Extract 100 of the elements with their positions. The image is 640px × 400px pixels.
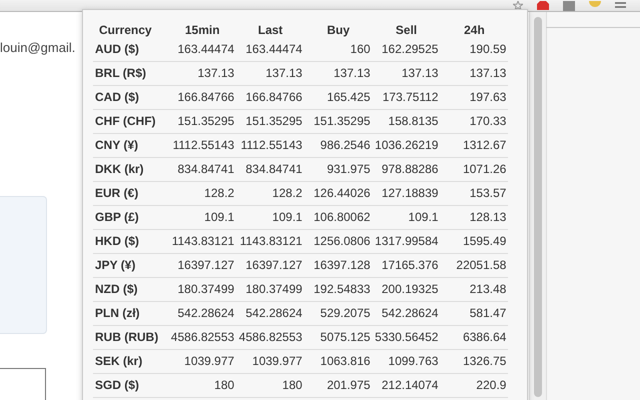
currency-cell: PLN (zł) <box>93 302 168 326</box>
column-header: Buy <box>326 22 351 38</box>
rate-cell: 166.84766 <box>236 86 304 110</box>
rate-cell: 1039.977 <box>236 350 304 374</box>
rate-cell: 127.18839 <box>372 182 440 206</box>
rate-cell: 1143.83121 <box>236 230 304 254</box>
star-icon[interactable] <box>513 1 523 10</box>
rate-cell: 126.44026 <box>304 182 372 206</box>
rate-cell: 137.13 <box>372 62 440 86</box>
rate-cell: 978.88286 <box>372 158 440 182</box>
email-text: louin@gmail. <box>0 40 76 55</box>
rate-cell: 137.13 <box>236 62 304 86</box>
currency-cell: BRL (R$) <box>93 62 168 86</box>
currency-cell: RUB (RUB) <box>93 326 168 350</box>
rate-cell: 1312.67 <box>440 134 508 158</box>
rate-cell: 153.57 <box>440 182 508 206</box>
rate-cell: 542.28624 <box>236 302 304 326</box>
rate-cell: 1143.83121 <box>168 230 236 254</box>
rate-cell: 190.59 <box>440 38 508 62</box>
currency-cell: HKD ($) <box>93 230 168 254</box>
rate-cell: 137.13 <box>168 62 236 86</box>
rate-cell: 163.44474 <box>236 38 304 62</box>
rate-cell: 542.28624 <box>168 302 236 326</box>
rate-cell: 163.44474 <box>168 38 236 62</box>
rate-cell: 1595.49 <box>440 230 508 254</box>
currency-cell: GBP (£) <box>93 206 168 230</box>
rate-cell: 166.84766 <box>168 86 236 110</box>
rate-cell: 1256.0806 <box>304 230 372 254</box>
rate-cell: 137.13 <box>304 62 372 86</box>
rate-cell: 1039.977 <box>168 350 236 374</box>
rate-cell: 170.33 <box>440 110 508 134</box>
rate-cell: 581.47 <box>440 302 508 326</box>
rate-cell: 213.48 <box>440 278 508 302</box>
rate-cell: 834.84741 <box>236 158 304 182</box>
content-box <box>0 368 46 400</box>
rate-cell: 16397.127 <box>168 254 236 278</box>
rate-cell: 1112.55143 <box>168 134 236 158</box>
rate-cell: 128.2 <box>168 182 236 206</box>
currency-cell: JPY (¥) <box>93 254 168 278</box>
column-header: Last <box>256 22 284 38</box>
currency-cell: SGD ($) <box>93 374 168 398</box>
rate-cell: 192.54833 <box>304 278 372 302</box>
rate-cell: 986.2546 <box>304 134 372 158</box>
rate-cell: 200.19325 <box>372 278 440 302</box>
rate-cell: 1099.763 <box>372 350 440 374</box>
rate-cell: 5075.125 <box>304 326 372 350</box>
rate-cell: 16397.128 <box>304 254 372 278</box>
currency-cell: EUR (€) <box>93 182 168 206</box>
column-header: Currency <box>98 22 153 38</box>
rate-cell: 158.8135 <box>372 110 440 134</box>
rate-cell: 529.2075 <box>304 302 372 326</box>
rate-cell: 151.35295 <box>236 110 304 134</box>
rate-cell: 180.37499 <box>168 278 236 302</box>
rate-cell: 197.63 <box>440 86 508 110</box>
currency-cell: AUD ($) <box>93 38 168 62</box>
rate-cell: 1071.26 <box>440 158 508 182</box>
menu-icon[interactable] <box>615 2 626 9</box>
rate-cell: 173.75112 <box>372 86 440 110</box>
rate-cell: 4586.82553 <box>236 326 304 350</box>
rate-cell: 109.1 <box>372 206 440 230</box>
rate-cell: 1317.99584 <box>372 230 440 254</box>
stop-sign-icon[interactable] <box>537 1 549 10</box>
currency-cell: CAD ($) <box>93 86 168 110</box>
rate-cell: 1063.816 <box>304 350 372 374</box>
rate-cell: 137.13 <box>440 62 508 86</box>
scrollbar[interactable] <box>529 12 546 400</box>
rate-cell: 180.37499 <box>236 278 304 302</box>
column-header: 15min <box>184 22 221 38</box>
rate-cell: 106.80062 <box>304 206 372 230</box>
rate-cell: 109.1 <box>168 206 236 230</box>
rate-cell: 165.425 <box>304 86 372 110</box>
rate-cell: 162.29525 <box>372 38 440 62</box>
rate-cell: 151.35295 <box>168 110 236 134</box>
rate-cell: 22051.58 <box>440 254 508 278</box>
rate-cell: 5330.56452 <box>372 326 440 350</box>
rate-cell: 4586.82553 <box>168 326 236 350</box>
rate-cell: 1326.75 <box>440 350 508 374</box>
rate-cell: 1112.55143 <box>236 134 304 158</box>
rate-cell: 128.13 <box>440 206 508 230</box>
rate-cell: 212.14074 <box>372 374 440 398</box>
rate-cell: 220.9 <box>440 374 508 398</box>
currency-cell: NZD ($) <box>93 278 168 302</box>
rate-cell: 834.84741 <box>168 158 236 182</box>
rate-cell: 180 <box>168 374 236 398</box>
rate-cell: 1036.26219 <box>372 134 440 158</box>
rate-cell: 542.28624 <box>372 302 440 326</box>
rate-cell: 160 <box>304 38 372 62</box>
currency-cell: SEK (kr) <box>93 350 168 374</box>
currency-cell: CHF (CHF) <box>93 110 168 134</box>
rate-cell: 180 <box>236 374 304 398</box>
currency-cell: CNY (¥) <box>93 134 168 158</box>
rate-cell: 128.2 <box>236 182 304 206</box>
column-header: Sell <box>394 22 418 38</box>
rate-cell: 16397.127 <box>236 254 304 278</box>
rate-cell: 931.975 <box>304 158 372 182</box>
currency-cell: DKK (kr) <box>93 158 168 182</box>
rate-cell: 109.1 <box>236 206 304 230</box>
rate-cell: 17165.376 <box>372 254 440 278</box>
rate-cell: 6386.64 <box>440 326 508 350</box>
rate-cell: 151.35295 <box>304 110 372 134</box>
